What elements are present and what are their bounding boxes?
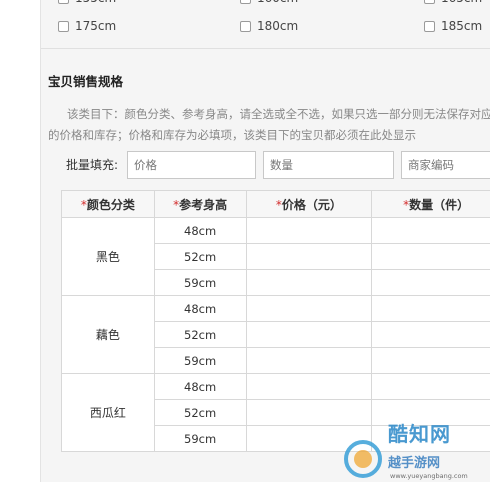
quantity-cell[interactable] xyxy=(371,321,490,348)
height-cell: 52cm xyxy=(153,399,247,426)
watermark-text: 酷知网 xyxy=(388,422,451,446)
watermark-text: 越手游网 xyxy=(388,456,441,471)
header-quantity: *数量（件） xyxy=(371,190,490,218)
quantity-cell[interactable] xyxy=(371,269,490,296)
height-cell: 59cm xyxy=(153,269,247,296)
quantity-cell[interactable] xyxy=(371,295,490,322)
color-cell: 西瓜红 xyxy=(61,373,155,452)
price-cell[interactable] xyxy=(245,321,373,348)
table-row: 西瓜红 48cm xyxy=(61,373,490,452)
size-label: 160cm xyxy=(257,0,298,5)
size-label: 175cm xyxy=(75,19,117,33)
table-row: 藕色 48cm xyxy=(61,295,490,374)
batch-sku-input[interactable] xyxy=(401,151,490,179)
height-cell: 48cm xyxy=(153,217,247,244)
quantity-cell[interactable] xyxy=(371,373,490,400)
size-option[interactable]: 160cm xyxy=(240,0,298,5)
height-cell: 59cm xyxy=(153,425,247,452)
size-row-partial: 155cm 160cm 165cm xyxy=(41,0,490,11)
hint-text: 该类目下：颜色分类、参考身高，请全选或全不选，如果只选一部分则无法保存对应的价格… xyxy=(48,107,490,142)
checkbox[interactable] xyxy=(58,0,69,4)
size-option[interactable]: 165cm xyxy=(424,0,482,5)
height-cell: 59cm xyxy=(153,347,247,374)
quantity-cell[interactable] xyxy=(371,347,490,374)
price-cell[interactable] xyxy=(245,269,373,296)
checkbox[interactable] xyxy=(240,0,251,4)
size-label: 180cm xyxy=(257,19,299,33)
watermark: 酷知网 越手游网 www.yueyangbang.com xyxy=(330,410,490,490)
size-option-180[interactable]: 180cm xyxy=(240,19,298,33)
table-row: 黑色 48cm xyxy=(61,217,490,296)
header-height: *参考身高 xyxy=(153,190,247,218)
size-label: 165cm xyxy=(441,0,482,5)
batch-fill-label: 批量填充: xyxy=(66,158,119,172)
batch-quantity-input[interactable] xyxy=(263,151,394,179)
height-cell: 48cm xyxy=(153,373,247,400)
height-cell: 52cm xyxy=(153,321,247,348)
header-color: *颜色分类 xyxy=(61,190,155,218)
color-cell: 藕色 xyxy=(61,295,155,374)
quantity-cell[interactable] xyxy=(371,217,490,244)
watermark-logo-dot-icon xyxy=(354,450,372,468)
size-row: 175cm 180cm 185cm xyxy=(41,19,490,39)
price-cell[interactable] xyxy=(245,243,373,270)
price-cell[interactable] xyxy=(245,217,373,244)
size-option-175[interactable]: 175cm xyxy=(58,19,116,33)
section-title: 宝贝销售规格 xyxy=(48,74,124,89)
table-header-row: *颜色分类 *参考身高 *价格（元） *数量（件） xyxy=(61,190,490,218)
header-price: *价格（元） xyxy=(245,190,373,218)
color-cell: 黑色 xyxy=(61,217,155,296)
checkbox[interactable] xyxy=(240,20,251,32)
watermark-url: www.yueyangbang.com xyxy=(390,472,468,480)
size-option-185[interactable]: 185cm xyxy=(424,19,482,33)
quantity-cell[interactable] xyxy=(371,243,490,270)
checkbox[interactable] xyxy=(424,20,435,32)
price-cell[interactable] xyxy=(245,373,373,400)
size-option[interactable]: 155cm xyxy=(58,0,116,5)
batch-price-input[interactable] xyxy=(127,151,256,179)
size-label: 185cm xyxy=(441,19,483,33)
checkbox[interactable] xyxy=(58,20,69,32)
price-cell[interactable] xyxy=(245,295,373,322)
divider xyxy=(41,48,490,49)
height-cell: 52cm xyxy=(153,243,247,270)
price-cell[interactable] xyxy=(245,347,373,374)
size-label: 155cm xyxy=(75,0,116,5)
height-cell: 48cm xyxy=(153,295,247,322)
checkbox[interactable] xyxy=(424,0,435,4)
